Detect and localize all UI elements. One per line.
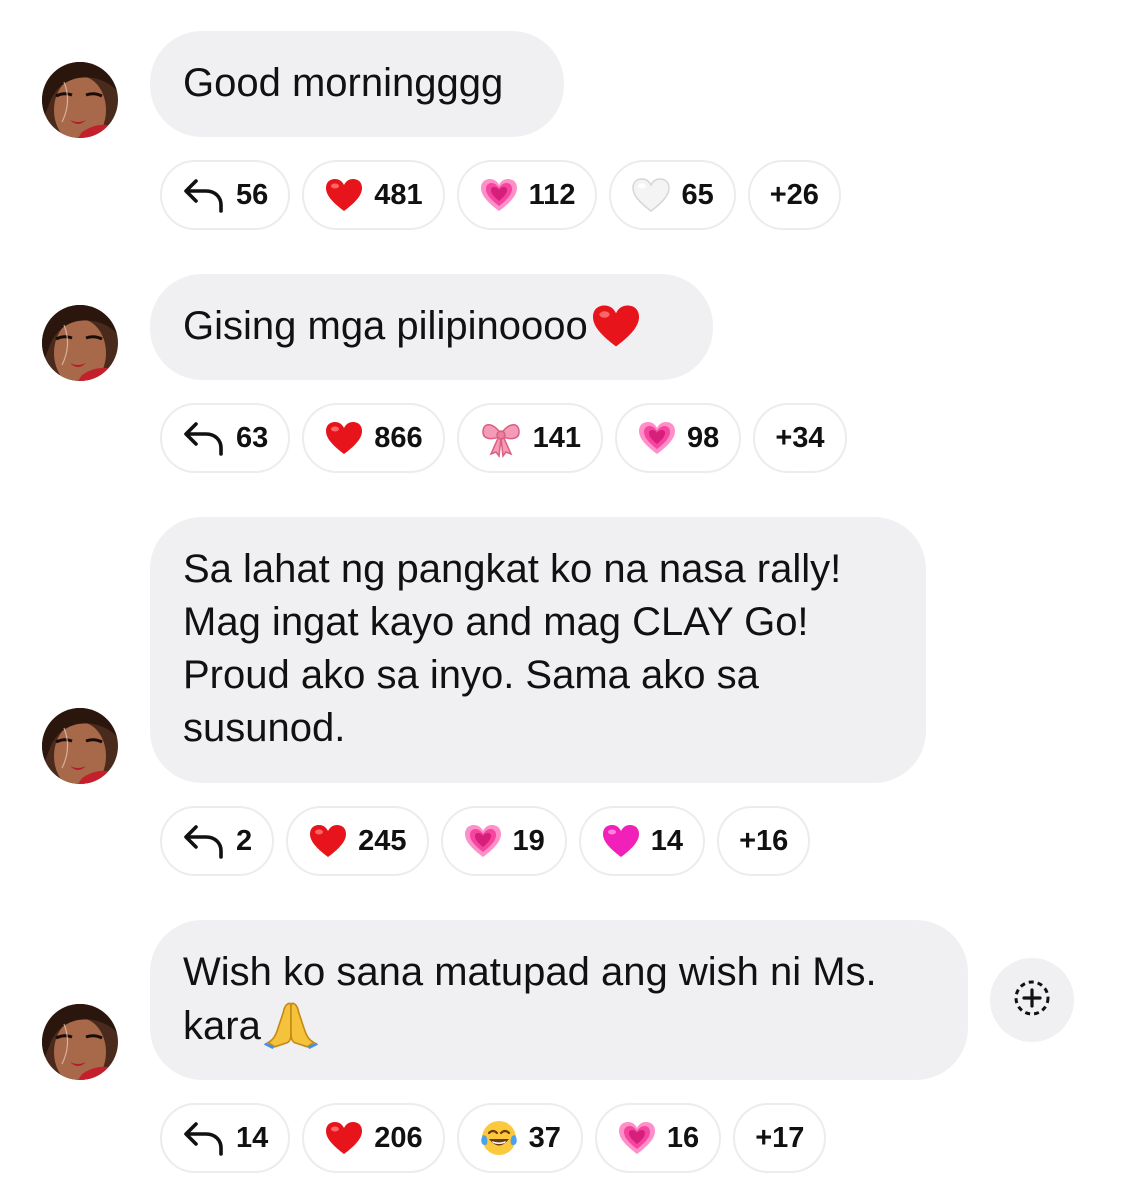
message-bubble[interactable]: Good morningggg bbox=[150, 31, 564, 137]
reaction-red-heart[interactable]: 481 bbox=[302, 160, 445, 230]
message-text-line: Proud ako sa inyo. Sama ako sa bbox=[183, 653, 759, 697]
reply-button[interactable]: 14 bbox=[160, 1103, 291, 1173]
message-text-line: susunod. bbox=[183, 706, 346, 750]
reply-button[interactable]: 2 bbox=[160, 806, 275, 876]
red-heart-icon bbox=[308, 823, 348, 859]
reaction-count: 16 bbox=[666, 1121, 700, 1154]
reply-count: 56 bbox=[236, 178, 269, 211]
message-text-line: Wish ko sana matupad ang wish ni Ms. bbox=[183, 950, 877, 994]
reaction-count: 141 bbox=[532, 421, 582, 454]
reaction-count: 65 bbox=[681, 178, 714, 211]
more-reactions-count: +34 bbox=[775, 421, 825, 454]
message-text-line: Gising mga pilipinoooo bbox=[183, 300, 680, 363]
avatar[interactable] bbox=[42, 1004, 118, 1080]
reply-icon bbox=[182, 175, 226, 215]
message-text-line: Sa lahat ng pangkat ko na nasa rally! bbox=[183, 547, 842, 591]
more-reactions-count: +16 bbox=[739, 824, 789, 857]
tears-of-joy-icon bbox=[479, 1118, 519, 1158]
reaction-red-heart[interactable]: 866 bbox=[302, 403, 445, 473]
add-reaction-icon bbox=[1010, 976, 1054, 1025]
avatar[interactable] bbox=[42, 62, 118, 138]
growing-heart-icon bbox=[479, 177, 519, 213]
avatar[interactable] bbox=[42, 708, 118, 784]
pink-heart-icon bbox=[601, 823, 641, 859]
reply-count: 63 bbox=[236, 421, 269, 454]
reaction-count: 481 bbox=[374, 178, 423, 211]
reply-button[interactable]: 63 bbox=[160, 403, 291, 473]
reply-icon bbox=[182, 418, 226, 458]
red-heart-icon bbox=[590, 303, 642, 363]
reaction-growing-heart[interactable]: 112 bbox=[456, 160, 598, 230]
add-reaction-button[interactable] bbox=[990, 958, 1074, 1042]
message-text: Gising mga pilipinoooo bbox=[183, 304, 588, 348]
more-reactions-button[interactable]: +16 bbox=[717, 806, 811, 876]
message-text-line: Mag ingat kayo and mag CLAY Go! bbox=[183, 600, 809, 644]
reaction-white-heart[interactable]: 65 bbox=[609, 160, 736, 230]
reaction-bar: 2 245 19 14 +16 bbox=[160, 806, 811, 876]
reaction-red-heart[interactable]: 206 bbox=[302, 1103, 445, 1173]
folded-hands-icon bbox=[263, 999, 319, 1063]
more-reactions-button[interactable]: +26 bbox=[747, 160, 841, 230]
reaction-count: 14 bbox=[650, 824, 684, 857]
more-reactions-count: +17 bbox=[755, 1121, 805, 1154]
reaction-count: 112 bbox=[528, 178, 576, 211]
growing-heart-icon bbox=[617, 1120, 657, 1156]
reply-count: 2 bbox=[236, 824, 253, 857]
reaction-bar: 14 206 37 16 +17 bbox=[160, 1103, 827, 1173]
white-heart-icon bbox=[631, 177, 671, 213]
more-reactions-button[interactable]: +34 bbox=[753, 403, 847, 473]
reaction-tears-of-joy[interactable]: 37 bbox=[456, 1103, 583, 1173]
ribbon-bow-icon bbox=[479, 418, 523, 458]
reply-button[interactable]: 56 bbox=[160, 160, 291, 230]
growing-heart-icon bbox=[463, 823, 503, 859]
message-bubble[interactable]: Sa lahat ng pangkat ko na nasa rally! Ma… bbox=[150, 517, 926, 783]
reaction-count: 19 bbox=[512, 824, 545, 857]
growing-heart-icon bbox=[637, 420, 677, 456]
reaction-bar: 63 866 141 98 +34 bbox=[160, 403, 847, 473]
more-reactions-count: +26 bbox=[769, 178, 819, 211]
reaction-count: 866 bbox=[374, 421, 423, 454]
reaction-growing-heart[interactable]: 19 bbox=[440, 806, 567, 876]
message-bubble[interactable]: Gising mga pilipinoooo bbox=[150, 274, 713, 380]
reply-count: 14 bbox=[236, 1121, 269, 1154]
message-bubble[interactable]: Wish ko sana matupad ang wish ni Ms. kar… bbox=[150, 920, 968, 1080]
avatar[interactable] bbox=[42, 305, 118, 381]
reply-icon bbox=[182, 821, 226, 861]
red-heart-icon bbox=[324, 177, 364, 213]
reaction-pink-heart[interactable]: 14 bbox=[578, 806, 706, 876]
reply-icon bbox=[182, 1118, 226, 1158]
red-heart-icon bbox=[324, 1120, 364, 1156]
reaction-growing-heart[interactable]: 98 bbox=[615, 403, 742, 473]
reaction-bar: 56 481 112 65 +26 bbox=[160, 160, 841, 230]
message-text-line: kara bbox=[183, 999, 935, 1063]
reaction-ribbon-bow[interactable]: 141 bbox=[456, 403, 604, 473]
red-heart-icon bbox=[324, 420, 364, 456]
message-text: Good morningggg bbox=[183, 61, 504, 105]
reaction-red-heart[interactable]: 245 bbox=[286, 806, 429, 876]
reaction-count: 206 bbox=[374, 1121, 423, 1154]
reaction-growing-heart[interactable]: 16 bbox=[594, 1103, 722, 1173]
message-text: kara bbox=[183, 1004, 261, 1048]
more-reactions-button[interactable]: +17 bbox=[733, 1103, 827, 1173]
reaction-count: 37 bbox=[528, 1121, 561, 1154]
reaction-count: 245 bbox=[358, 824, 407, 857]
reaction-count: 98 bbox=[687, 421, 720, 454]
